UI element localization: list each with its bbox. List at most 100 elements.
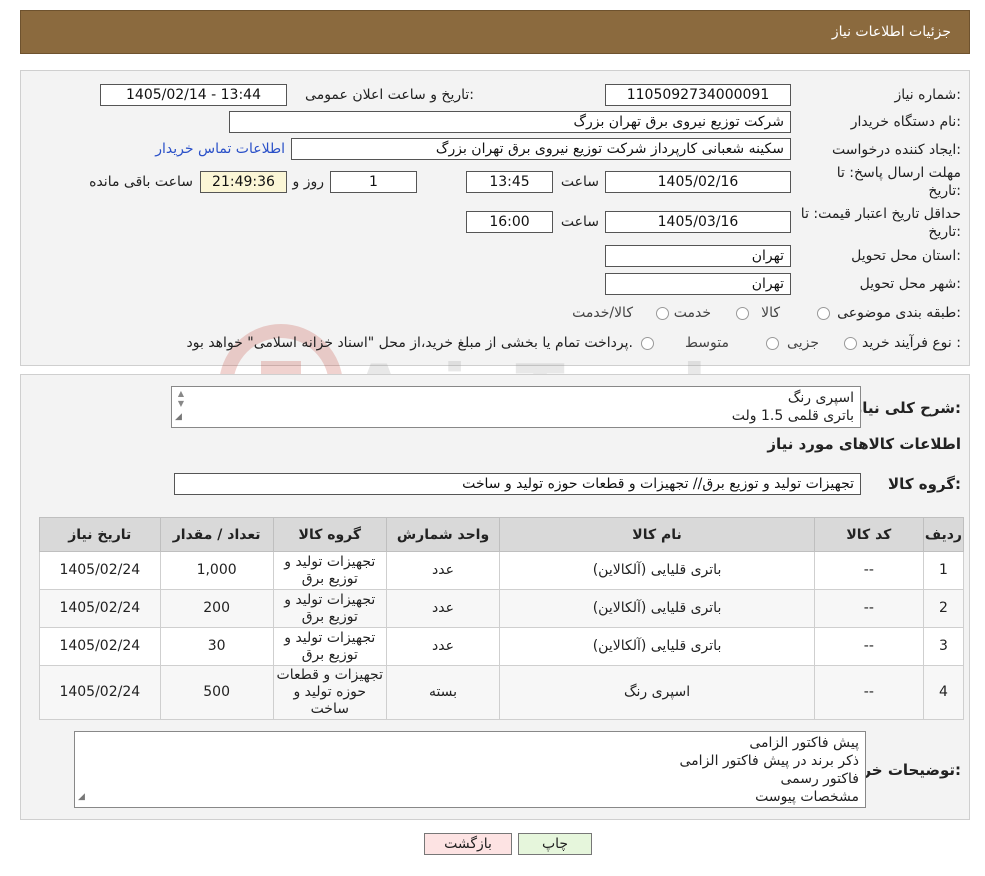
category-option-goods: کالا [761,305,780,321]
page-header: جزئیات اطلاعات نیاز [20,10,970,54]
process-option-minor: جزیی [787,335,819,351]
need-number-label: شماره نیاز: [894,87,961,103]
table-row: 1 -- باتری قلیایی (آلکالاین) عدد تجهیزات… [39,551,965,590]
requester-field: سکینه شعبانی کارپرداز شرکت توزیع نیروی ب… [291,138,791,160]
scroll-arrows-icon[interactable]: ▲ ▼ [174,389,188,409]
cell-unit: عدد [385,551,501,590]
announce-field: 1405/02/14 - 13:44 [100,84,287,106]
cell-date: 1405/02/24 [39,665,161,720]
cell-code: -- [813,589,924,628]
deadline-time-field: 13:45 [466,171,553,193]
cell-row-number: 4 [922,665,965,720]
cell-code: -- [813,665,924,720]
validity-label: حداقل تاریخ اعتبار قیمت: تا [800,206,961,222]
cell-unit: عدد [385,589,501,628]
summary-line: باتری قلمی 1.5 ولت [731,408,854,424]
buyer-notes-line: مشخصات پیوست [755,789,859,805]
col-header-name: نام کالا [499,517,815,552]
cell-group: تجهیزات تولید و توزیع برق [272,589,387,628]
province-field: تهران [605,245,791,267]
cell-row-number: 1 [922,551,965,590]
cell-name: اسپری رنگ [499,665,815,720]
cell-row-number: 2 [922,589,965,628]
process-radio-minor[interactable] [844,337,857,350]
buyer-notes-line: فاکتور رسمی [780,771,859,787]
table-row: 4 -- اسپری رنگ بسته تجهیزات و قطعات حوزه… [39,665,965,720]
remaining-time-field: 21:49:36 [200,171,287,193]
category-option-service: خدمت [673,305,711,321]
cell-date: 1405/02/24 [39,551,161,590]
details-panel: شرح کلی نیاز: اسپری رنگ باتری قلمی 1.5 و… [20,374,970,820]
deadline-date-field: 1405/02/16 [605,171,791,193]
category-radio-goods-service[interactable] [656,307,669,320]
days-field: 1 [330,171,417,193]
cell-unit: بسته [385,665,501,720]
col-header-row-number: ردیف [922,517,965,552]
cell-date: 1405/02/24 [39,627,161,666]
cell-group: تجهیزات تولید و توزیع برق [272,551,387,590]
buyer-org-label: نام دستگاه خریدار: [850,114,961,130]
cell-name: باتری قلیایی (آلکالاین) [499,551,815,590]
general-info-panel: AriaTender.neT شماره نیاز: 1105092734000… [20,70,970,448]
print-button[interactable]: چاپ [518,833,592,855]
col-header-date: تاریخ نیاز [39,517,161,552]
process-radio-treasury[interactable] [641,337,654,350]
back-button[interactable]: بازگشت [424,833,512,855]
table-row: 3 -- باتری قلیایی (آلکالاین) عدد تجهیزات… [39,627,965,666]
buyer-notes-line: پیش فاکتور الزامی [749,735,859,751]
col-header-group: گروه کالا [272,517,387,552]
process-radio-medium[interactable] [766,337,779,350]
goods-group-field: تجهیزات تولید و توزیع برق// تجهیزات و قط… [174,473,861,495]
process-note: پرداخت تمام یا بخشی از مبلغ خرید،از محل … [186,335,633,351]
cell-code: -- [813,551,924,590]
process-option-medium: متوسط [685,335,729,351]
page-title: جزئیات اطلاعات نیاز [831,24,951,40]
category-radio-goods[interactable] [817,307,830,320]
announce-label: تاریخ و ساعت اعلان عمومی: [305,87,474,103]
buyer-notes-line: ذکر برند در پیش فاکتور الزامی [679,753,859,769]
table-header-row: ردیف کد کالا نام کالا واحد شمارش گروه کا… [39,517,965,552]
cell-name: باتری قلیایی (آلکالاین) [499,589,815,628]
process-label: نوع فرآیند خرید : [862,335,961,351]
validity-time-label: ساعت [560,214,599,230]
cell-quantity: 1,000 [159,551,274,590]
goods-table: ردیف کد کالا نام کالا واحد شمارش گروه کا… [39,517,965,720]
category-label: طبقه بندی موضوعی: [837,305,961,321]
table-row: 2 -- باتری قلیایی (آلکالاین) عدد تجهیزات… [39,589,965,628]
cell-date: 1405/02/24 [39,589,161,628]
deadline-label: مهلت ارسال پاسخ: تا [836,165,961,181]
need-number-field: 1105092734000091 [605,84,791,106]
category-radio-service[interactable] [736,307,749,320]
deadline-time-label: ساعت [560,174,599,190]
remaining-label: ساعت باقی مانده [89,174,193,190]
goods-group-label: گروه کالا: [888,475,961,493]
summary-label: شرح کلی نیاز: [853,399,961,417]
col-header-quantity: تعداد / مقدار [159,517,274,552]
requester-label: ایجاد کننده درخواست: [832,142,961,158]
resize-grip-icon[interactable]: ◢ [78,788,85,806]
province-label: استان محل تحویل: [851,248,961,264]
cell-quantity: 500 [159,665,274,720]
city-field: تهران [605,273,791,295]
buyer-notes-textarea[interactable]: پیش فاکتور الزامی ذکر برند در پیش فاکتور… [74,731,866,808]
summary-line: اسپری رنگ [787,390,854,406]
cell-group: تجهیزات و قطعات حوزه تولید و ساخت [272,665,387,720]
days-label: روز و [292,174,325,190]
col-header-code: کد کالا [813,517,924,552]
col-header-unit: واحد شمارش [385,517,501,552]
summary-textarea[interactable]: اسپری رنگ باتری قلمی 1.5 ولت ▲ ▼ ◢ [171,386,861,428]
cell-name: باتری قلیایی (آلکالاین) [499,627,815,666]
validity-label-date: تاریخ: [928,224,961,240]
buyer-contact-link[interactable]: اطلاعات تماس خریدار [155,141,285,157]
resize-grip-icon[interactable]: ◢ [175,408,182,426]
cell-quantity: 30 [159,627,274,666]
validity-date-field: 1405/03/16 [605,211,791,233]
cell-group: تجهیزات تولید و توزیع برق [272,627,387,666]
cell-row-number: 3 [922,627,965,666]
validity-time-field: 16:00 [466,211,553,233]
category-option-goods-service: کالا/خدمت [572,305,633,321]
goods-info-title: اطلاعات کالاهای مورد نیاز [767,435,961,453]
city-label: شهر محل تحویل: [859,276,961,292]
cell-quantity: 200 [159,589,274,628]
cell-unit: عدد [385,627,501,666]
